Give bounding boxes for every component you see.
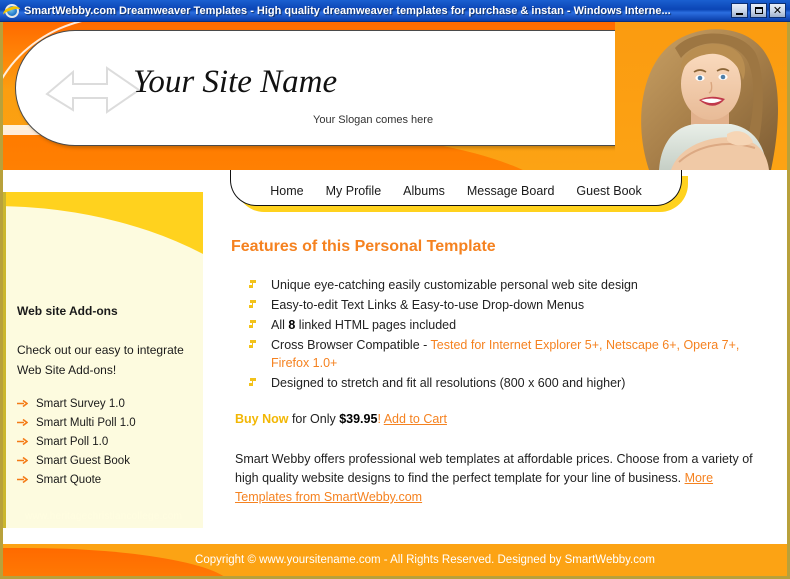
buy-now-label: Buy Now (235, 412, 289, 426)
sidebar-title: Web site Add-ons (17, 304, 118, 318)
web-page-viewport: Your Site Name Your Slogan comes here Ho… (0, 22, 790, 579)
feature-text-pre: All (271, 318, 289, 332)
banner-photo (615, 22, 787, 170)
close-icon: ✕ (772, 3, 783, 17)
square-bullet-icon (249, 280, 256, 288)
square-bullet-icon (249, 320, 256, 328)
blurb-text: Smart Webby offers professional web temp… (235, 452, 753, 485)
sidebar-item-smart-multi-poll[interactable]: Smart Multi Poll 1.0 (17, 413, 203, 432)
sidebar-item-label: Smart Guest Book (36, 454, 130, 467)
internet-explorer-icon (1, 3, 23, 21)
add-to-cart-link[interactable]: Add to Cart (384, 412, 447, 426)
feature-text: Designed to stretch and fit all resoluti… (271, 376, 626, 390)
feature-text-pre: Cross Browser Compatible - (271, 338, 431, 352)
window-title-bar: SmartWebby.com Dreamweaver Templates - H… (0, 0, 790, 22)
arrow-logo-icon (45, 66, 141, 114)
sidebar-link-list: Smart Survey 1.0 Smart Multi Poll 1.0 Sm… (17, 394, 203, 489)
sidebar-item-label: Smart Survey 1.0 (36, 397, 125, 410)
browser-window: SmartWebby.com Dreamweaver Templates - H… (0, 0, 790, 579)
feature-text: Easy-to-edit Text Links & Easy-to-use Dr… (271, 298, 585, 312)
smiling-woman-photo (615, 22, 787, 170)
nav-item-message-board[interactable]: Message Board (467, 184, 555, 198)
purchase-line: Buy Now for Only $39.95! Add to Cart (235, 412, 763, 426)
nav-menu: Home My Profile Albums Message Board Gue… (230, 170, 682, 206)
minimize-button[interactable] (731, 3, 748, 18)
arrow-right-icon (17, 418, 28, 427)
nav-item-home[interactable]: Home (270, 184, 303, 198)
nav-item-albums[interactable]: Albums (403, 184, 445, 198)
square-bullet-icon (249, 340, 256, 348)
price-value: $39.95 (339, 412, 378, 426)
copyright-text: Copyright © www.yoursitename.com - All R… (195, 554, 655, 566)
page-title: Features of this Personal Template (231, 238, 496, 255)
sidebar-item-label: Smart Poll 1.0 (36, 435, 109, 448)
list-item: All 8 linked HTML pages included (249, 316, 763, 334)
site-banner: Your Site Name Your Slogan comes here (3, 22, 787, 170)
close-button[interactable]: ✕ (769, 3, 786, 18)
site-slogan: Your Slogan comes here (313, 114, 434, 126)
nav-item-guest-book[interactable]: Guest Book (576, 184, 641, 198)
maximize-button[interactable] (750, 3, 767, 18)
list-item: Cross Browser Compatible - Tested for In… (249, 336, 763, 372)
sidebar-watermark: www.heritagechristiancollege.com (25, 511, 183, 522)
main-content: Features of this Personal Template Uniqu… (203, 216, 787, 528)
list-item: Unique eye-catching easily customizable … (249, 276, 763, 294)
site-name: Your Site Name (133, 64, 338, 100)
sidebar-item-smart-poll[interactable]: Smart Poll 1.0 (17, 432, 203, 451)
arrow-right-icon (17, 437, 28, 446)
price-exclamation: ! (377, 412, 381, 426)
nav-item-my-profile[interactable]: My Profile (326, 184, 382, 198)
sidebar-item-smart-quote[interactable]: Smart Quote (17, 470, 203, 489)
window-title: SmartWebby.com Dreamweaver Templates - H… (24, 4, 671, 17)
arrow-right-icon (17, 399, 28, 408)
square-bullet-icon (249, 300, 256, 308)
list-item: Designed to stretch and fit all resoluti… (249, 374, 763, 392)
sidebar-item-smart-survey[interactable]: Smart Survey 1.0 (17, 394, 203, 413)
sidebar-item-smart-guest-book[interactable]: Smart Guest Book (17, 451, 203, 470)
sidebar-description: Check out our easy to integrate Web Site… (17, 343, 184, 377)
feature-text-post: linked HTML pages included (295, 318, 457, 332)
sidebar-item-label: Smart Quote (36, 473, 102, 486)
feature-list: Unique eye-catching easily customizable … (249, 276, 763, 392)
arrow-right-icon (17, 456, 28, 465)
site-footer: Copyright © www.yoursitename.com - All R… (3, 542, 787, 576)
window-controls: ✕ (731, 3, 786, 18)
list-item: Easy-to-edit Text Links & Easy-to-use Dr… (249, 296, 763, 314)
arrow-right-icon (17, 475, 28, 484)
square-bullet-icon (249, 378, 256, 386)
for-only-label: for Only (288, 412, 340, 426)
feature-text: Unique eye-catching easily customizable … (271, 278, 638, 292)
sidebar-item-label: Smart Multi Poll 1.0 (36, 416, 136, 429)
description-paragraph: Smart Webby offers professional web temp… (235, 450, 765, 507)
sidebar: Web site Add-ons Check out our easy to i… (3, 192, 203, 528)
